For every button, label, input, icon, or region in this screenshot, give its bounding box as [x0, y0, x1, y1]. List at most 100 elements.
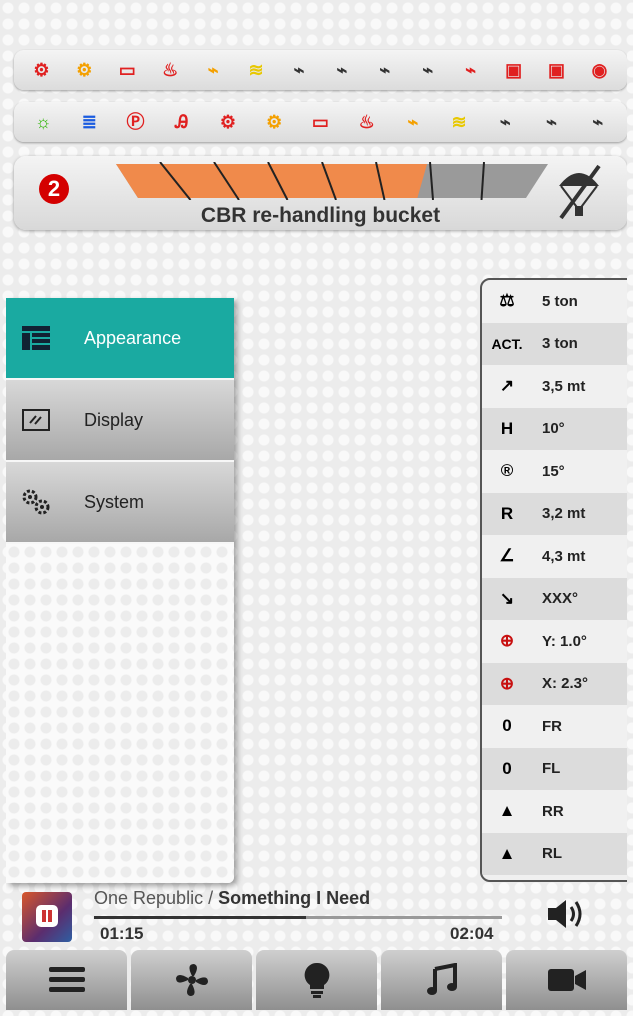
stat-value: 4,3 mt — [542, 547, 586, 565]
bucket-number-badge: 2 — [39, 174, 69, 204]
song-title: Something I Need — [218, 888, 371, 908]
track-rl-icon: ▲ — [498, 843, 516, 863]
menu-item-label: Display — [84, 409, 144, 430]
stat-row: ⚖ 5 ton — [482, 280, 627, 323]
stat-value: RR — [542, 802, 564, 820]
stat-value: 3,5 mt — [542, 377, 586, 395]
height-icon: H — [500, 418, 514, 438]
stat-value: FR — [542, 717, 562, 735]
track-info: One Republic / Something I Need — [94, 888, 370, 909]
glow-plug-icon: ⌁ — [207, 60, 219, 80]
tire-fr-icon: 0 — [502, 716, 512, 736]
transmission-icon: ⌁ — [293, 60, 305, 80]
stat-row: 0 FL — [482, 747, 627, 790]
hydraulic-oil-icon: ◉ — [591, 60, 608, 80]
tab-lights[interactable] — [256, 950, 377, 1010]
engine-stop-icon: ⚙ — [33, 60, 50, 80]
tab-menu[interactable] — [6, 950, 127, 1010]
stat-row: ⊕ X: 2.3° — [482, 662, 627, 705]
menu-item-system[interactable]: System — [6, 462, 234, 542]
oil-pressure-icon: ♨ — [162, 60, 179, 80]
transmission-temp-icon-2: ⌁ — [592, 112, 604, 132]
warning-lights-row-2: ☼ ≣ Ⓟ Ꭿ ⚙ ⚙ ▭ ♨ ⌁ ≋ ⌁ ⌁ ⌁ — [14, 102, 627, 142]
machine-stats-panel: ⚖ 5 ton ACT. 3 ton ↗ 3,5 mt H 10° ® 15° R 3,2 mt ∠ 4,… — [480, 278, 627, 882]
transmission-warning-icon: ⌁ — [465, 60, 477, 80]
engine-stop-icon-2: ⚙ — [219, 112, 237, 132]
coolant-temp-icon-2: ≋ — [451, 112, 467, 132]
transmission-off-icon: ⌁ — [336, 60, 348, 80]
stat-row: H 10° — [482, 407, 627, 450]
glow-plug-icon-2: ⌁ — [407, 112, 419, 132]
menu-item-display[interactable]: Display — [6, 380, 234, 460]
crosshair-y-icon: ⊕ — [499, 631, 515, 651]
stat-value: 15° — [542, 462, 565, 480]
bucket-title: CBR re-handling bucket — [200, 204, 441, 227]
menu-item-label: System — [84, 491, 145, 512]
stat-value: RL — [542, 845, 562, 863]
album-art[interactable] — [22, 892, 72, 942]
hydraulic-temp-icon: ▣ — [548, 60, 566, 80]
stat-row: ↗ 3,5 mt — [482, 365, 627, 408]
media-player: One Republic / Something I Need 01:15 02… — [14, 884, 614, 950]
stat-row: ⊕ Y: 1.0° — [482, 620, 627, 663]
stat-row: ▲ RR — [482, 790, 627, 833]
stat-row: ACT. 3 ton — [482, 322, 627, 365]
no-parachute-icon[interactable] — [551, 164, 607, 220]
track-rr-icon: ▲ — [498, 801, 516, 821]
stat-value: 5 ton — [542, 292, 578, 310]
tab-music[interactable] — [381, 950, 502, 1010]
settings-menu: Appearance Display System — [6, 298, 234, 883]
hydraulic-filter-icon: ▣ — [505, 60, 523, 80]
stat-value: 10° — [542, 420, 565, 438]
transmission-temp-icon: ⌁ — [379, 60, 391, 80]
bucket-panel: 2 CBR re-handling bucket — [14, 156, 627, 230]
engine-check-icon: ⚙ — [76, 60, 93, 80]
actual-load-icon: ACT. — [491, 335, 523, 352]
transmission-off-icon-2: ⌁ — [546, 112, 557, 132]
parking-brake-icon: Ⓟ — [126, 112, 145, 132]
bulb-icon — [304, 962, 329, 998]
screen: ⚙ ⚙ ▭ ♨ ⌁ ≋ ⌁ ⌁ ⌁ ⌁ ⌁ ▣ ▣ ◉ ☼ ≣ Ⓟ Ꭿ ⚙ ⚙ ▭ ♨ ⌁ ≋ ⌁ ⌁ ⌁ 2 CBR re-ha… — [6, 6, 627, 1010]
volume-icon[interactable] — [544, 894, 588, 934]
radius-icon: R — [500, 503, 514, 523]
stat-value: FL — [542, 760, 561, 778]
sidelights-icon: ☼ — [34, 112, 52, 132]
oil-pressure-icon-2: ♨ — [358, 112, 375, 132]
menu-icon — [48, 967, 85, 992]
display-icon — [6, 409, 66, 431]
bucket-fill-gauge — [116, 162, 548, 200]
engine-check-icon-2: ⚙ — [266, 112, 283, 132]
seatbelt-icon: Ꭿ — [175, 112, 189, 132]
stat-row: ∠ 4,3 mt — [482, 535, 627, 578]
pause-icon[interactable] — [36, 905, 58, 927]
stat-value: 3 ton — [542, 335, 578, 353]
track-progress-fill — [94, 916, 307, 919]
total-time: 02:04 — [450, 924, 494, 943]
elapsed-time: 01:15 — [100, 924, 144, 943]
tab-ventilation[interactable] — [131, 950, 252, 1010]
stat-value: XXX° — [542, 590, 579, 608]
crosshair-x-icon: ⊕ — [499, 673, 515, 693]
menu-item-appearance[interactable]: Appearance — [6, 298, 234, 378]
bottom-tab-bar — [6, 950, 627, 1010]
menu-item-label: Appearance — [84, 327, 182, 348]
music-icon — [426, 963, 457, 995]
high-beam-icon: ≣ — [81, 112, 97, 132]
stat-value: Y: 1.0° — [542, 632, 587, 650]
rotation-icon: ® — [500, 461, 514, 481]
artist-name: One Republic — [94, 888, 204, 908]
menu-background — [6, 544, 234, 883]
track-progress[interactable] — [94, 916, 502, 919]
stat-row: ▲ RL — [482, 832, 627, 875]
tire-fl-icon: 0 — [502, 758, 512, 778]
stat-row: ↘ XXX° — [482, 577, 627, 620]
coolant-temp-icon: ≋ — [248, 60, 264, 80]
fan-icon — [175, 964, 208, 996]
transmission-ack-icon: ⌁ — [422, 60, 434, 80]
gears-icon — [6, 488, 66, 516]
track-separator: / — [203, 888, 219, 908]
angle-icon: ∠ — [499, 546, 515, 566]
bucket-angle-icon: ↘ — [499, 588, 515, 608]
battery-icon-2: ▭ — [311, 112, 329, 132]
tab-camera[interactable] — [506, 950, 627, 1010]
